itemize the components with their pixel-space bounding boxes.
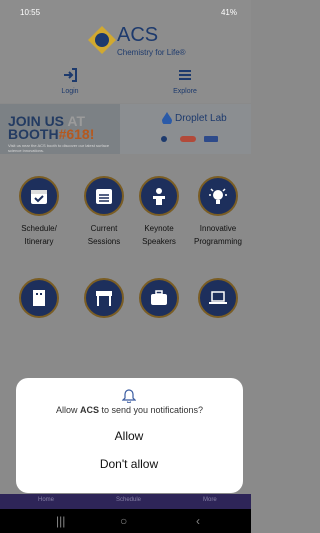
system-navigation-bar: ||| ○ ‹ xyxy=(0,509,251,533)
booth-description: Visit us near the ACS booth to discover … xyxy=(8,143,110,153)
laptop-icon xyxy=(198,278,238,318)
tile-current-sessions-label: Current Sessions xyxy=(87,224,121,246)
app-name: ACS xyxy=(79,405,99,415)
bottom-tab-bar: Home Schedule More xyxy=(0,494,251,509)
calendar-check-icon xyxy=(19,176,59,216)
explore-button[interactable]: Explore xyxy=(160,68,210,95)
app-screen: ACS Chemistry for Life® Login Explore 10… xyxy=(0,0,251,533)
tab-schedule[interactable]: Schedule xyxy=(116,497,141,503)
tile-innovative-programming[interactable]: Innovative Programming xyxy=(189,176,247,248)
tile-current-sessions[interactable]: Current Sessions xyxy=(75,176,133,248)
tile-keynote-speakers[interactable]: Keynote Speakers xyxy=(130,176,188,248)
status-bar: 10:55 41% xyxy=(0,0,251,22)
logo-name: ACS xyxy=(117,24,159,46)
message-suffix: to send you notifications? xyxy=(98,405,204,415)
booth-headline: JOIN US AT BOOTH#618! xyxy=(8,114,95,142)
allow-button[interactable]: Allow xyxy=(79,426,179,446)
bell-icon xyxy=(122,389,136,403)
tile-schedule[interactable]: Schedule/ Itinerary xyxy=(10,176,68,248)
tile-exhibitors[interactable] xyxy=(130,278,188,318)
tab-home[interactable]: Home xyxy=(38,497,54,503)
sponsor-banner[interactable]: JOIN US AT BOOTH#618! Visit us near the … xyxy=(0,104,251,154)
acs-logo-icon xyxy=(88,26,116,54)
booth-number: #618! xyxy=(58,126,95,142)
hamburger-menu-icon xyxy=(160,68,210,88)
expo-booth-icon xyxy=(84,278,124,318)
message-prefix: Allow xyxy=(55,405,80,415)
dont-allow-button[interactable]: Don't allow xyxy=(69,454,189,474)
tile-virtual[interactable] xyxy=(189,278,247,318)
booth-ad: JOIN US AT BOOTH#618! Visit us near the … xyxy=(0,104,120,154)
tab-more[interactable]: More xyxy=(203,497,217,503)
tile-schedule-label: Schedule/ Itinerary xyxy=(21,224,57,246)
logo-tagline: Chemistry for Life® xyxy=(117,48,186,57)
tile-keynote-speakers-label: Keynote Speakers xyxy=(142,224,176,246)
partner-logos xyxy=(161,136,218,142)
home-circle-icon[interactable]: ○ xyxy=(120,514,127,528)
calendar-list-icon xyxy=(84,176,124,216)
login-icon xyxy=(45,68,95,88)
sponsor-name: Droplet Lab xyxy=(175,113,227,124)
back-chevron-icon[interactable]: ‹ xyxy=(196,514,200,528)
recent-apps-icon[interactable]: ||| xyxy=(56,514,65,528)
tile-expo[interactable] xyxy=(75,278,133,318)
speaker-podium-icon xyxy=(139,176,179,216)
acs-logo: ACS Chemistry for Life® xyxy=(88,24,208,66)
droplet-icon xyxy=(162,112,172,124)
explore-label: Explore xyxy=(173,88,197,95)
dialog-message: Allow ACS to send you notifications? xyxy=(16,405,243,415)
booth-text: BOOTH xyxy=(8,126,59,142)
notification-permission-dialog: Allow ACS to send you notifications? All… xyxy=(16,378,243,493)
briefcase-icon xyxy=(139,278,179,318)
status-time: 10:55 xyxy=(20,8,41,17)
tile-venue[interactable] xyxy=(10,278,68,318)
sponsor-panel xyxy=(120,104,251,154)
lightbulb-icon xyxy=(198,176,238,216)
login-label: Login xyxy=(61,88,79,95)
tile-innovative-programming-label: Innovative Programming xyxy=(193,224,242,246)
login-button[interactable]: Login xyxy=(45,68,95,95)
building-icon xyxy=(19,278,59,318)
status-battery: 41% xyxy=(220,8,237,17)
